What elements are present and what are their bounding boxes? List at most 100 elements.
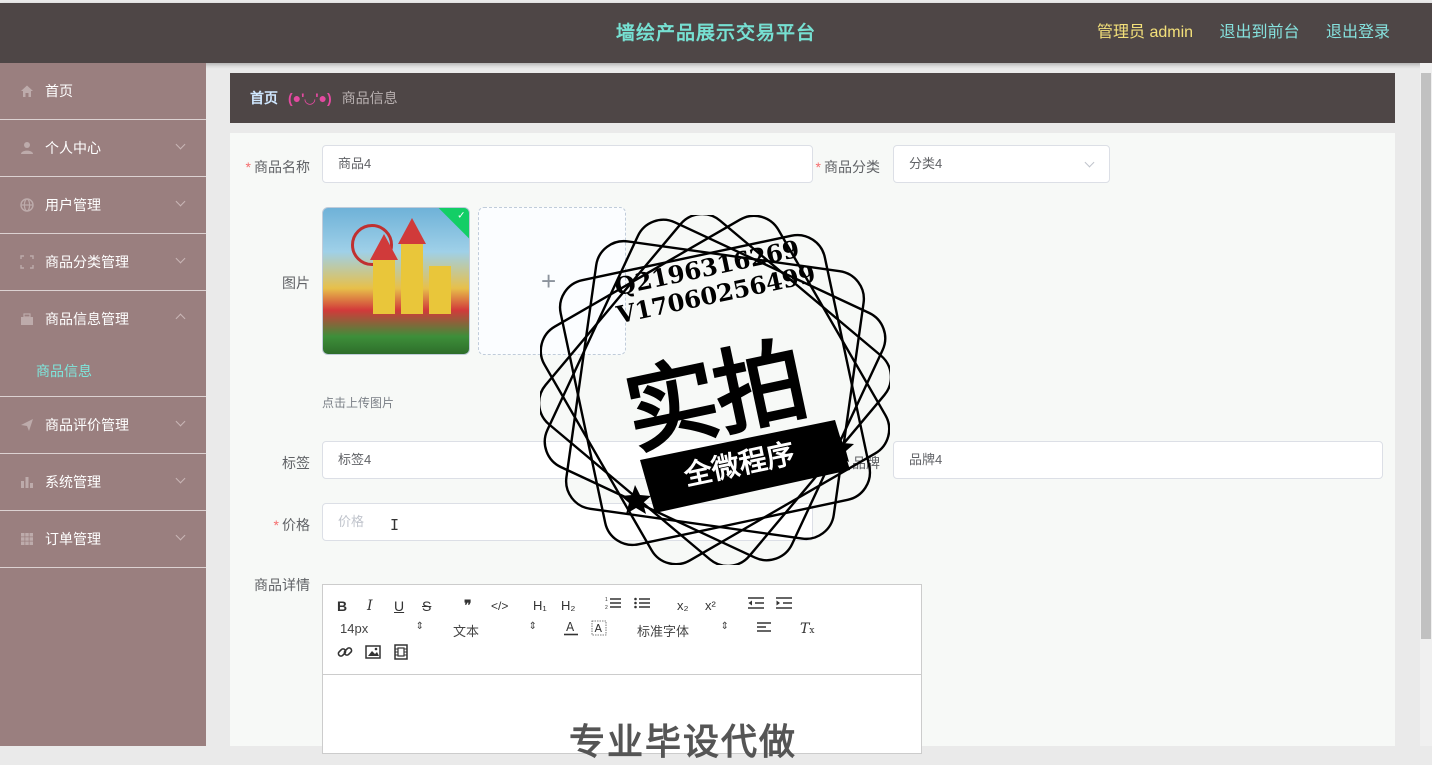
sidebar-item-home[interactable]: 首页	[0, 63, 206, 120]
sidebar-item-product-management[interactable]: 商品信息管理	[0, 291, 206, 347]
underline-icon[interactable]: U	[394, 597, 404, 615]
breadcrumb-home[interactable]: 首页	[250, 88, 278, 108]
sidebar-item-personal-center[interactable]: 个人中心	[0, 120, 206, 177]
header-actions: 管理员 admin 退出到前台 退出登录	[1075, 3, 1390, 63]
updown-icon: ⇕	[415, 621, 424, 632]
price-label: * 价格	[273, 517, 310, 533]
sidebar-subitem-product-info[interactable]: 商品信息	[0, 347, 206, 397]
link-icon[interactable]	[337, 644, 353, 662]
chevron-down-icon	[175, 196, 186, 207]
plus-icon: +	[541, 266, 557, 296]
font-size-select[interactable]: 14px ⇕	[340, 621, 424, 636]
chevron-down-icon	[175, 139, 186, 150]
sidebar-item-system-management[interactable]: 系统管理	[0, 454, 206, 511]
chevron-down-icon	[175, 253, 186, 264]
sidebar-item-label: 系统管理	[45, 474, 101, 490]
blockquote-icon[interactable]: ❞	[464, 597, 472, 615]
check-icon: ✓	[457, 210, 466, 222]
text-cursor-icon: I	[390, 516, 400, 534]
sidebar-item-label: 用户管理	[45, 197, 101, 213]
upload-hint: 点击上传图片	[322, 396, 395, 410]
castle-tower	[429, 266, 451, 314]
chevron-up-icon	[175, 313, 186, 324]
frame-icon	[20, 255, 34, 269]
page-scrollbar[interactable]	[1420, 63, 1432, 746]
user-icon	[20, 141, 34, 155]
product-form: * 商品名称 商品4 * 商品分类 分类4 图片 ✓ + 点击上传图片 标签 标签4…	[230, 133, 1395, 762]
italic-icon[interactable]: I	[367, 597, 373, 615]
chevron-down-icon	[175, 530, 186, 541]
sidebar-item-label: 订单管理	[45, 531, 101, 547]
video-icon[interactable]	[393, 644, 409, 662]
sidebar-item-label: 个人中心	[45, 140, 101, 156]
upload-success-badge: ✓	[437, 208, 469, 240]
font-family-select[interactable]: 标准字体 ⇕	[637, 621, 729, 640]
brand-input[interactable]: 品牌4	[893, 441, 1383, 479]
image-icon[interactable]	[365, 644, 381, 662]
scrollbar-thumb[interactable]	[1421, 73, 1431, 639]
chevron-down-icon	[175, 473, 186, 484]
breadcrumb: 首页 (●'◡'●) 商品信息	[230, 73, 1395, 123]
chevron-down-icon	[175, 416, 186, 427]
sidebar-item-order-management[interactable]: 订单管理	[0, 511, 206, 568]
exit-to-frontend-link[interactable]: 退出到前台	[1220, 24, 1300, 41]
sidebar-item-category-management[interactable]: 商品分类管理	[0, 234, 206, 291]
brand-label: 品牌	[852, 455, 880, 471]
heading2-icon[interactable]: H₂	[561, 597, 575, 615]
header-select[interactable]: 文本 ⇕	[453, 621, 537, 640]
background-color-icon[interactable]: A	[591, 620, 607, 638]
logout-link[interactable]: 退出登录	[1326, 24, 1390, 41]
subscript-icon[interactable]: x₂	[677, 597, 689, 615]
image-upload-trigger[interactable]: +	[478, 207, 626, 355]
font-color-icon[interactable]: A	[563, 620, 579, 638]
svg-text:A: A	[595, 622, 603, 635]
bold-icon[interactable]: B	[337, 597, 347, 615]
tag-input[interactable]: 标签4	[322, 441, 813, 479]
heading1-icon[interactable]: H₁	[533, 597, 547, 615]
clear-format-icon[interactable]: Tx	[800, 620, 814, 638]
send-icon	[20, 418, 34, 432]
rich-text-editor: B I U S ❞ </> H₁ H₂ 12 x₂ x² 14px ⇕ 文本 ⇕…	[322, 584, 922, 762]
bar-chart-icon	[20, 475, 34, 489]
sidebar-item-user-management[interactable]: 用户管理	[0, 177, 206, 234]
image-label: 图片	[282, 275, 310, 291]
updown-icon: ⇕	[720, 621, 729, 632]
svg-text:1: 1	[605, 597, 608, 603]
editor-toolbar: B I U S ❞ </> H₁ H₂ 12 x₂ x² 14px ⇕ 文本 ⇕…	[323, 585, 921, 675]
breadcrumb-current: 商品信息	[341, 90, 398, 106]
ordered-list-icon[interactable]: 12	[605, 596, 621, 614]
detail-label: 商品详情	[254, 577, 310, 593]
sidebar-item-label: 首页	[45, 83, 73, 99]
strikethrough-icon[interactable]: S	[422, 597, 431, 615]
editor-content-preview[interactable]: 专业毕设代做	[569, 713, 797, 765]
grid-icon	[20, 532, 34, 546]
castle-roof	[398, 218, 426, 244]
updown-icon: ⇕	[528, 621, 537, 632]
sidebar-item-label: 商品分类管理	[45, 254, 129, 270]
svg-text:2: 2	[605, 605, 608, 610]
admin-label: 管理员 admin	[1097, 24, 1194, 41]
castle-roof	[370, 234, 398, 260]
home-icon	[20, 84, 34, 98]
align-icon[interactable]	[757, 620, 773, 638]
category-label: * 商品分类	[815, 159, 880, 175]
bullet-list-icon[interactable]	[634, 596, 650, 614]
superscript-icon[interactable]: x²	[705, 597, 716, 615]
indent-icon[interactable]	[776, 596, 792, 614]
breadcrumb-separator: (●'◡'●)	[288, 89, 332, 106]
outdent-icon[interactable]	[748, 596, 764, 614]
sidebar-item-label: 商品信息管理	[45, 311, 129, 327]
globe-icon	[20, 198, 34, 212]
code-block-icon[interactable]: </>	[491, 597, 508, 615]
sidebar-item-review-management[interactable]: 商品评价管理	[0, 397, 206, 454]
svg-text:A: A	[566, 620, 575, 634]
tag-label: 标签	[282, 455, 310, 471]
name-label: * 商品名称	[245, 159, 310, 175]
sidebar-item-label: 商品评价管理	[45, 417, 129, 433]
category-select[interactable]: 分类4	[893, 145, 1110, 183]
briefcase-icon	[20, 312, 34, 326]
sidebar: 首页 个人中心 用户管理 商品分类管理 商品信息管理 商品信息 商品评价管理 系…	[0, 63, 206, 746]
castle-tower	[401, 244, 423, 314]
product-name-input[interactable]: 商品4	[322, 145, 813, 183]
uploaded-image-thumbnail[interactable]: ✓	[322, 207, 470, 355]
